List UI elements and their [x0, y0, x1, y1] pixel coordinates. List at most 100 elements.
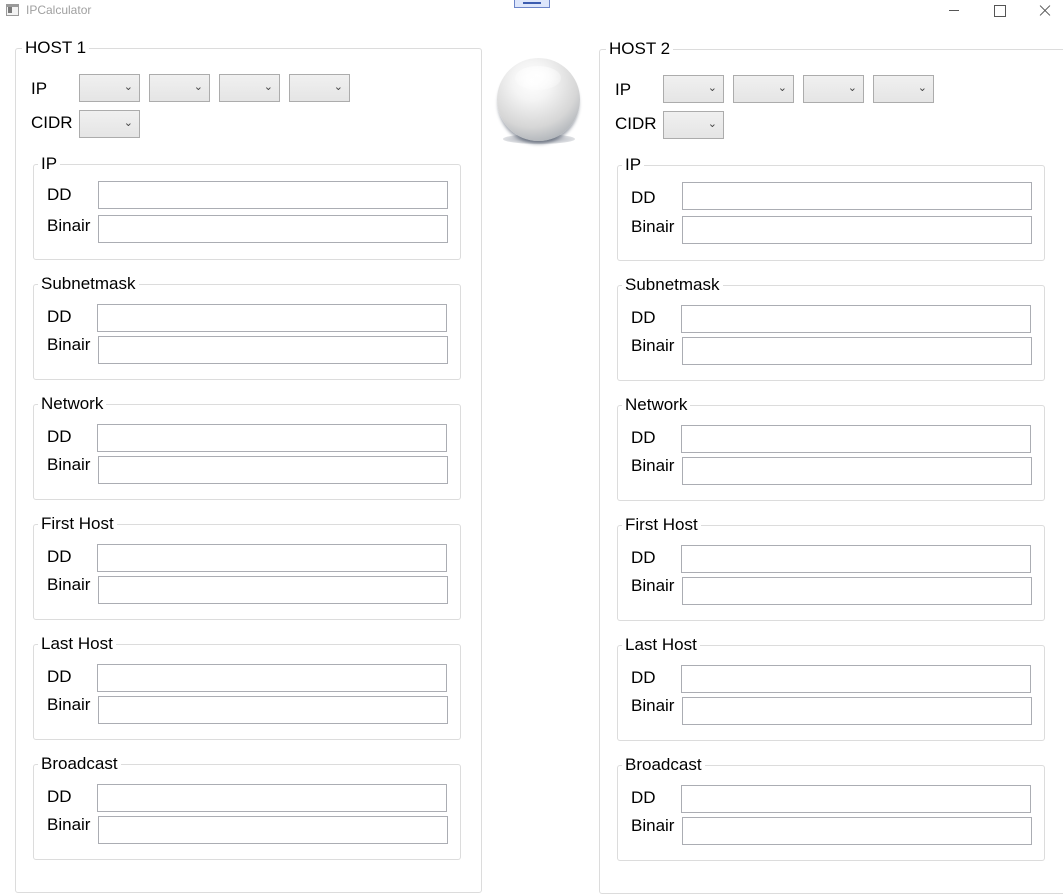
host2-ip-octet-4-combo[interactable]: ⌄: [873, 75, 934, 103]
host2-ip-octet-3-combo[interactable]: ⌄: [803, 75, 864, 103]
host1-ip-label: IP: [31, 79, 48, 98]
host1-ip-section: IP DD Binair: [33, 154, 461, 260]
host2-ip-binair-field[interactable]: [682, 216, 1032, 244]
host1-broadcast-dd-field[interactable]: [97, 784, 447, 812]
binair-label: Binair: [47, 815, 91, 834]
host1-first-host-section: First Host DD Binair: [33, 514, 461, 620]
host2-broadcast-dd-field[interactable]: [681, 785, 1031, 813]
host2-subnetmask-section: Subnetmask DD Binair: [617, 275, 1045, 381]
binair-label: Binair: [631, 816, 675, 835]
host1-title: HOST 1: [22, 38, 90, 58]
binair-label: Binair: [47, 695, 91, 714]
host1-first-host-dd-field[interactable]: [97, 544, 447, 572]
host1-network-dd-field[interactable]: [97, 424, 447, 452]
host2-broadcast-section: Broadcast DD Binair: [617, 755, 1045, 861]
host2-cidr-combo[interactable]: ⌄: [663, 111, 724, 139]
host2-ip-octet-1-combo[interactable]: ⌄: [663, 75, 724, 103]
binair-label: Binair: [47, 216, 91, 235]
section-title: IP: [622, 155, 645, 175]
dd-label: DD: [631, 668, 656, 687]
title-bar: IPCalculator: [0, 0, 1063, 22]
host2-first-host-section: First Host DD Binair: [617, 515, 1045, 621]
host2-ip-label: IP: [615, 80, 632, 99]
chevron-down-icon: ⌄: [917, 82, 927, 94]
section-title: Network: [38, 394, 107, 414]
host1-cidr-combo[interactable]: ⌄: [79, 110, 140, 138]
dd-label: DD: [631, 308, 656, 327]
host1-ip-octet-1-combo[interactable]: ⌄: [79, 74, 140, 102]
maximize-button[interactable]: [976, 0, 1022, 22]
host1-ip-octet-4-combo[interactable]: ⌄: [289, 74, 350, 102]
host1-ip-dd-field[interactable]: [98, 181, 448, 209]
menu-handle-icon[interactable]: [514, 0, 550, 8]
binair-label: Binair: [47, 455, 91, 474]
section-title: First Host: [38, 514, 117, 534]
dd-label: DD: [47, 427, 72, 446]
host2-ip-section: IP DD Binair: [617, 155, 1045, 261]
minimize-button[interactable]: [931, 0, 977, 22]
chevron-down-icon: ⌄: [707, 82, 717, 94]
section-title: Broadcast: [38, 754, 121, 774]
chevron-down-icon: ⌄: [777, 82, 787, 94]
host2-cidr-label: CIDR: [615, 114, 657, 133]
host2-title: HOST 2: [606, 39, 674, 59]
binair-label: Binair: [631, 576, 675, 595]
dd-label: DD: [47, 547, 72, 566]
sphere-icon[interactable]: [497, 58, 580, 141]
host2-network-section: Network DD Binair: [617, 395, 1045, 501]
binair-label: Binair: [631, 456, 675, 475]
window-title: IPCalculator: [26, 3, 92, 17]
host2-subnetmask-binair-field[interactable]: [682, 337, 1032, 365]
host2-ip-dd-field[interactable]: [682, 182, 1032, 210]
dd-label: DD: [631, 548, 656, 567]
chevron-down-icon: ⌄: [193, 81, 203, 93]
host1-ip-octet-2-combo[interactable]: ⌄: [149, 74, 210, 102]
host2-last-host-dd-field[interactable]: [681, 665, 1031, 693]
dd-label: DD: [631, 188, 656, 207]
host1-ip-binair-field[interactable]: [98, 215, 448, 243]
dd-label: DD: [631, 428, 656, 447]
section-title: Subnetmask: [38, 274, 139, 294]
binair-label: Binair: [47, 575, 91, 594]
host2-last-host-section: Last Host DD Binair: [617, 635, 1045, 741]
close-button[interactable]: [1021, 0, 1063, 22]
host2-network-binair-field[interactable]: [682, 457, 1032, 485]
host2-last-host-binair-field[interactable]: [682, 697, 1032, 725]
dd-label: DD: [47, 787, 72, 806]
host2-first-host-dd-field[interactable]: [681, 545, 1031, 573]
section-title: Broadcast: [622, 755, 705, 775]
dd-label: DD: [47, 667, 72, 686]
host1-broadcast-binair-field[interactable]: [98, 816, 448, 844]
host1-subnetmask-dd-field[interactable]: [97, 304, 447, 332]
chevron-down-icon: ⌄: [263, 81, 273, 93]
host2-ip-octet-2-combo[interactable]: ⌄: [733, 75, 794, 103]
section-title: Last Host: [622, 635, 700, 655]
binair-label: Binair: [631, 336, 675, 355]
host1-last-host-section: Last Host DD Binair: [33, 634, 461, 740]
host1-network-section: Network DD Binair: [33, 394, 461, 500]
host1-group: HOST 1 IP ⌄ ⌄ ⌄ ⌄ CIDR ⌄ IP DD Binair Su…: [15, 38, 482, 893]
host2-network-dd-field[interactable]: [681, 425, 1031, 453]
chevron-down-icon: ⌄: [333, 81, 343, 93]
host2-subnetmask-dd-field[interactable]: [681, 305, 1031, 333]
host1-ip-octet-3-combo[interactable]: ⌄: [219, 74, 280, 102]
section-title: First Host: [622, 515, 701, 535]
host1-cidr-label: CIDR: [31, 113, 73, 132]
host1-subnetmask-binair-field[interactable]: [98, 336, 448, 364]
dd-label: DD: [47, 307, 72, 326]
host1-last-host-dd-field[interactable]: [97, 664, 447, 692]
host1-first-host-binair-field[interactable]: [98, 576, 448, 604]
binair-label: Binair: [631, 217, 675, 236]
binair-label: Binair: [47, 335, 91, 354]
host2-group: HOST 2 IP ⌄ ⌄ ⌄ ⌄ CIDR ⌄ IP DD Binair Su…: [599, 39, 1063, 894]
host1-network-binair-field[interactable]: [98, 456, 448, 484]
dd-label: DD: [631, 788, 656, 807]
app-window-icon: [6, 4, 19, 16]
section-title: Subnetmask: [622, 275, 723, 295]
host1-last-host-binair-field[interactable]: [98, 696, 448, 724]
host2-broadcast-binair-field[interactable]: [682, 817, 1032, 845]
section-title: IP: [38, 154, 61, 174]
chevron-down-icon: ⌄: [847, 82, 857, 94]
chevron-down-icon: ⌄: [707, 118, 717, 130]
host2-first-host-binair-field[interactable]: [682, 577, 1032, 605]
